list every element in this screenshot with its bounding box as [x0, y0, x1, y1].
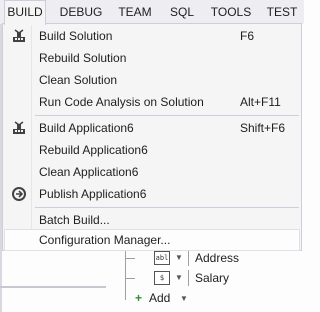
- menu-build[interactable]: BUILD: [4, 0, 46, 25]
- menu-item-shortcut: Shift+F6: [240, 121, 286, 135]
- menu-item-shortcut: Alt+F11: [240, 95, 281, 109]
- add-button[interactable]: Add: [149, 289, 170, 307]
- chevron-down-icon[interactable]: ▼: [175, 253, 183, 263]
- menu-item-run-code-analysis[interactable]: Run Code Analysis on Solution Alt+F11: [4, 91, 300, 113]
- menu-item-clean-solution[interactable]: Clean Solution: [4, 69, 300, 91]
- menu-item-publish-application[interactable]: Publish Application6: [4, 183, 300, 205]
- add-icon: +: [135, 291, 143, 305]
- chevron-down-icon[interactable]: ▼: [175, 273, 183, 283]
- menu-item-label: Batch Build...: [39, 213, 110, 227]
- menu-item-build-application[interactable]: Build Application6 Shift+F6: [4, 117, 300, 139]
- menu-item-batch-build[interactable]: Batch Build...: [4, 209, 300, 231]
- panel-divider: [0, 286, 106, 288]
- tree-row-salary[interactable]: Salary: [195, 269, 229, 287]
- menu-sql[interactable]: SQL: [166, 0, 198, 24]
- chevron-down-icon[interactable]: ▼: [180, 294, 188, 304]
- menu-bar: BUILD DEBUG TEAM SQL TOOLS TEST: [0, 0, 304, 25]
- menu-item-label: Publish Application6: [39, 187, 147, 201]
- menu-item-build-solution[interactable]: Build Solution F6: [4, 25, 300, 47]
- separator: [188, 250, 189, 266]
- menu-item-label: Run Code Analysis on Solution: [39, 95, 204, 109]
- menu-item-clean-application[interactable]: Clean Application6: [4, 161, 300, 183]
- menu-item-label: Clean Solution: [39, 73, 118, 87]
- money-field-icon: $: [154, 271, 170, 285]
- separator: [188, 270, 189, 286]
- tree-connector: [125, 258, 135, 259]
- text-field-icon: abl: [154, 251, 170, 265]
- build-dropdown-menu: Build Solution F6 Rebuild Solution Clean…: [2, 23, 302, 251]
- menu-item-configuration-manager[interactable]: Configuration Manager...: [4, 229, 300, 251]
- build-icon: [13, 121, 25, 134]
- menu-item-label: Rebuild Application6: [39, 143, 148, 157]
- menu-test[interactable]: TEST: [264, 0, 300, 24]
- menu-tools[interactable]: TOOLS: [208, 0, 254, 24]
- menu-item-label: Configuration Manager...: [39, 233, 171, 247]
- tree-connector: [125, 278, 135, 279]
- menu-separator: [35, 207, 299, 208]
- menu-item-shortcut: F6: [240, 29, 255, 43]
- menu-debug[interactable]: DEBUG: [58, 0, 104, 24]
- menu-item-label: Clean Application6: [39, 165, 139, 179]
- tree-row-address[interactable]: Address: [195, 249, 239, 267]
- menu-team[interactable]: TEAM: [114, 0, 156, 24]
- menu-separator: [35, 115, 299, 116]
- menu-item-label: Build Solution: [39, 29, 113, 43]
- menu-item-rebuild-solution[interactable]: Rebuild Solution: [4, 47, 300, 69]
- menu-item-rebuild-application[interactable]: Rebuild Application6: [4, 139, 300, 161]
- menu-item-label: Build Application6: [39, 121, 134, 135]
- build-icon: [13, 29, 25, 42]
- publish-icon: [12, 187, 26, 201]
- menu-item-label: Rebuild Solution: [39, 51, 127, 65]
